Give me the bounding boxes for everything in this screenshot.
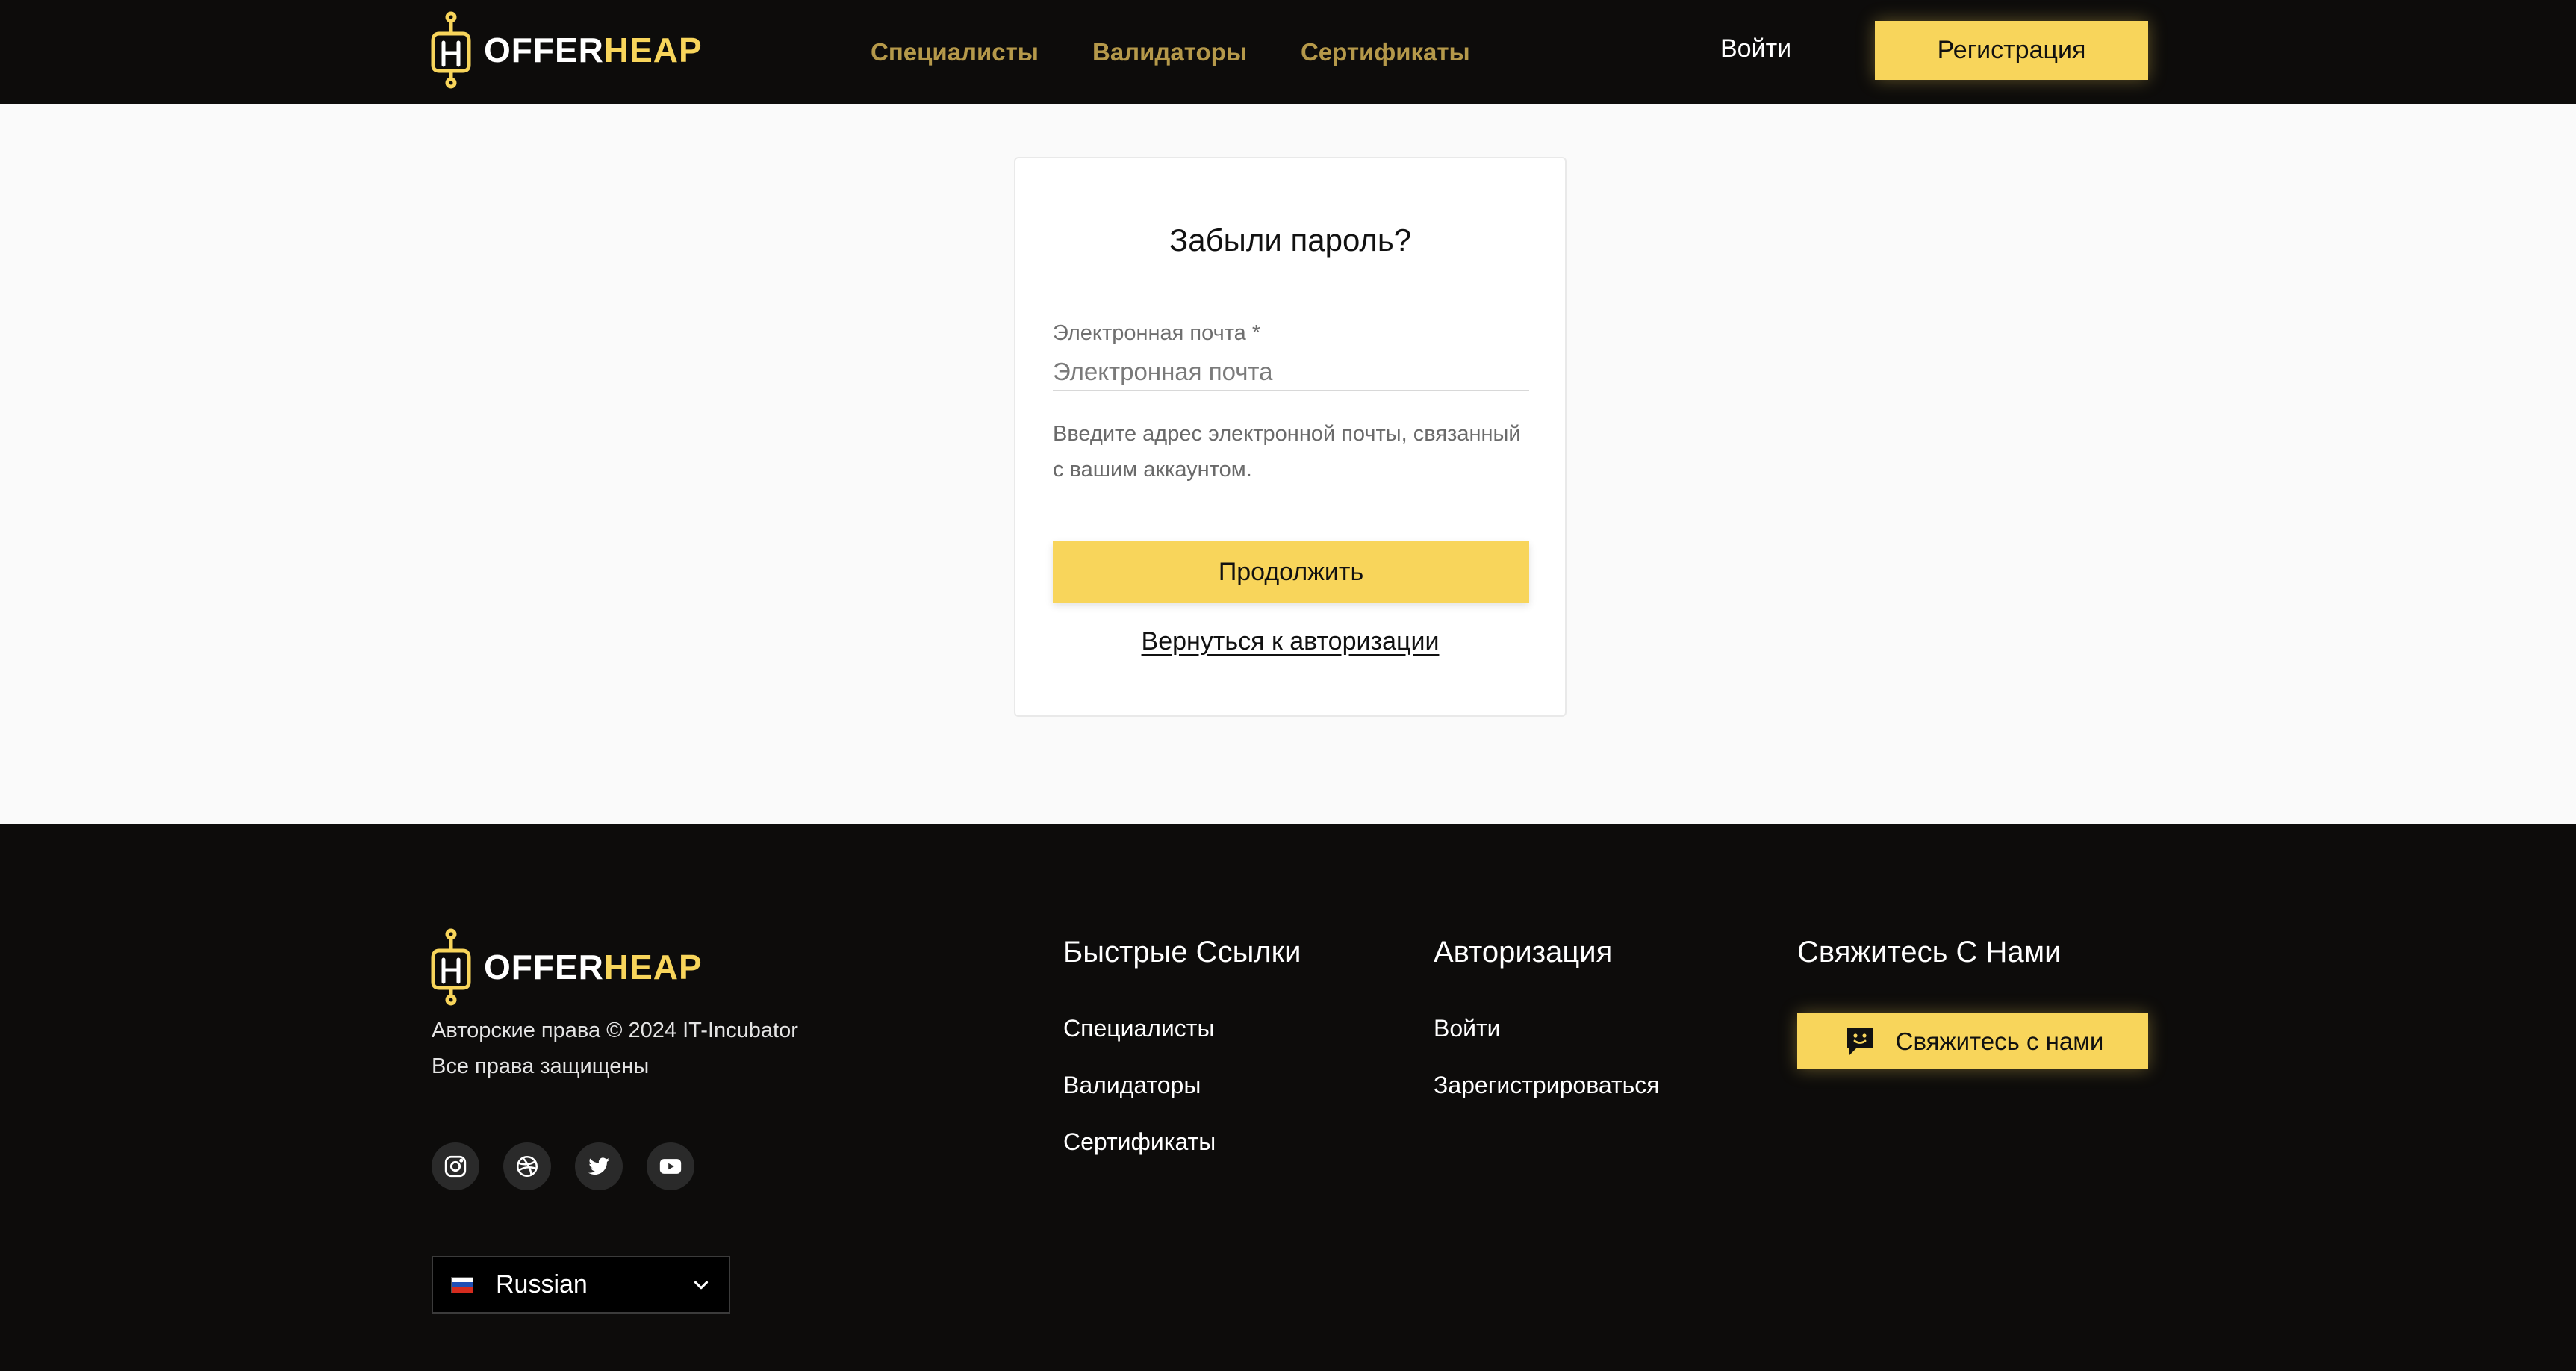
footer-link-login[interactable]: Войти	[1434, 1015, 1501, 1042]
chevron-down-icon	[694, 1281, 709, 1290]
footer-link-register[interactable]: Зарегистрироваться	[1434, 1072, 1660, 1099]
logo-word-heap: HEAP	[603, 948, 703, 986]
logo-word-offer: OFFER	[484, 31, 604, 69]
language-select[interactable]: Russian	[432, 1256, 730, 1314]
email-label: Электронная почта *	[1053, 321, 1261, 345]
site-footer: OFFERHEAP Авторские права © 2024 IT-Incu…	[0, 824, 2576, 1371]
continue-button[interactable]: Продолжить	[1053, 541, 1529, 603]
rights-line: Все права защищены	[432, 1054, 650, 1078]
footer-link-certificates[interactable]: Сертификаты	[1063, 1128, 1216, 1156]
contact-us-button[interactable]: Свяжитесь с нами	[1797, 1013, 2148, 1069]
language-value: Russian	[496, 1270, 588, 1299]
forgot-password-card: Забыли пароль? Электронная почта * Введи…	[1014, 157, 1567, 717]
logo-icon	[431, 928, 471, 1006]
auth-title: Авторизация	[1434, 936, 1613, 969]
contact-button-label: Свяжитесь с нами	[1895, 1027, 2104, 1055]
logo-word-offer: OFFER	[484, 948, 604, 986]
logo-word-heap: HEAP	[603, 31, 703, 69]
nav-link-certificates[interactable]: Сертификаты	[1301, 38, 1470, 66]
copyright: Авторские права © 2024 IT-Incubator Все …	[432, 1013, 798, 1084]
contact-title: Свяжитесь С Нами	[1797, 936, 2062, 969]
card-title: Забыли пароль?	[1169, 223, 1412, 258]
youtube-icon[interactable]	[647, 1142, 694, 1190]
footer-logo[interactable]: OFFERHEAP	[430, 928, 703, 1006]
header-logo[interactable]: OFFERHEAP	[430, 11, 703, 89]
twitter-icon[interactable]	[575, 1142, 623, 1190]
site-header: OFFERHEAP Специалисты Валидаторы Сертифи…	[0, 0, 2576, 104]
quick-links-title: Быстрые Ссылки	[1063, 936, 1301, 969]
nav-link-specialists[interactable]: Специалисты	[871, 38, 1039, 66]
chat-icon	[1846, 1028, 1873, 1055]
login-link[interactable]: Войти	[1720, 34, 1791, 63]
email-input[interactable]	[1053, 354, 1529, 391]
copyright-line: Авторские права © 2024 IT-Incubator	[432, 1019, 798, 1042]
register-button[interactable]: Регистрация	[1875, 21, 2148, 80]
instagram-icon[interactable]	[432, 1142, 479, 1190]
russia-flag-icon	[451, 1276, 473, 1293]
nav-link-validators[interactable]: Валидаторы	[1092, 38, 1247, 66]
main-nav: Специалисты Валидаторы Сертификаты	[871, 0, 1524, 104]
footer-link-validators[interactable]: Валидаторы	[1063, 1072, 1201, 1099]
back-to-login-link[interactable]: Вернуться к авторизации	[1015, 627, 1565, 656]
dribbble-icon[interactable]	[503, 1142, 551, 1190]
logo-icon	[431, 11, 471, 89]
social-links	[432, 1142, 718, 1190]
footer-link-specialists[interactable]: Специалисты	[1063, 1015, 1214, 1042]
helper-text: Введите адрес электронной почты, связанн…	[1053, 422, 1521, 482]
